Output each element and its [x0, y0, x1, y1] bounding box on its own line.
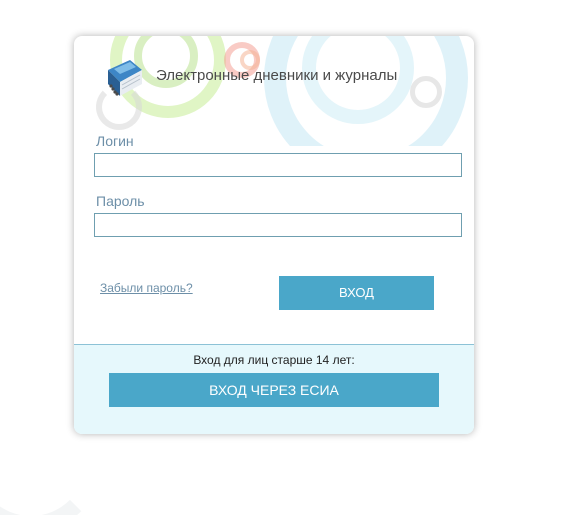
app-title: Электронные дневники и журналы: [156, 67, 398, 84]
login-input[interactable]: [94, 153, 462, 177]
forgot-password-link[interactable]: Забыли пароль?: [100, 281, 193, 295]
login-label: Логин: [96, 133, 134, 149]
esia-panel: Вход для лиц старше 14 лет: ВХОД ЧЕРЕЗ Е…: [74, 344, 474, 434]
password-input[interactable]: [94, 213, 462, 237]
login-card: Электронные дневники и журналы Логин Пар…: [74, 36, 474, 434]
book-icon: [108, 60, 142, 96]
esia-caption: Вход для лиц старше 14 лет:: [193, 353, 355, 367]
password-label: Пароль: [96, 193, 145, 209]
page: Электронные дневники и журналы Логин Пар…: [0, 0, 588, 515]
decor-swirl: [410, 76, 442, 108]
esia-login-button[interactable]: ВХОД ЧЕРЕЗ ЕСИА: [109, 373, 439, 407]
login-button[interactable]: ВХОД: [279, 276, 434, 310]
